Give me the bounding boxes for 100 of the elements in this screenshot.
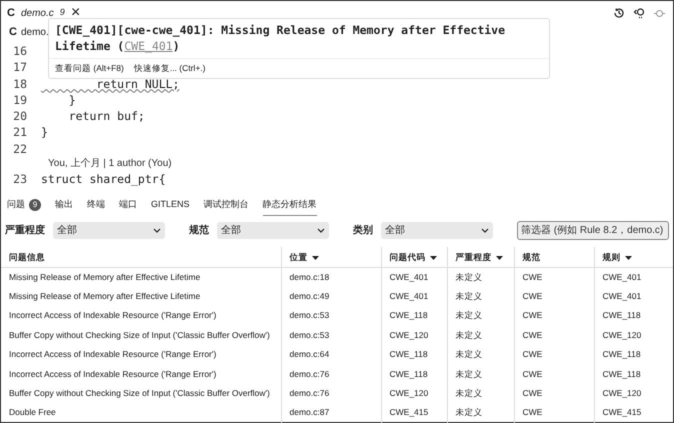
- table-cell: 未定义: [447, 326, 514, 345]
- panel-tab[interactable]: 端口: [119, 195, 137, 216]
- header-label: 规范: [522, 252, 540, 262]
- table-cell: CWE_118: [381, 344, 447, 364]
- caret-icon: [624, 256, 632, 260]
- file-type-icon: C: [7, 4, 15, 22]
- table-cell: demo.c:76: [281, 364, 381, 384]
- hover-message: [CWE_401][cwe-cwe_401]: Missing Release of Memory after Effective Lifetime (CWE_401): [54, 22, 506, 55]
- code-line: return NULL;: [95, 76, 180, 92]
- filter-dropdown[interactable]: 全部: [217, 222, 329, 239]
- panel-tab[interactable]: 终端: [87, 195, 105, 216]
- table-cell: demo.c:76: [281, 384, 381, 404]
- panel-tab[interactable]: 问题 9: [7, 195, 41, 216]
- table-cell: CWE_120: [381, 326, 447, 345]
- table-cell: Missing Release of Memory after Effective Lifetime: [1, 267, 281, 287]
- panel-tab[interactable]: 输出: [55, 195, 73, 216]
- codelens-text[interactable]: You, 上个月 | 1 author (You): [48, 158, 172, 170]
- line-number: 20: [12, 108, 28, 124]
- line-number: 16: [12, 43, 28, 60]
- count-badge: 9: [29, 198, 41, 211]
- table-cell: CWE_118: [381, 364, 447, 384]
- header-label: 严重程度: [456, 252, 492, 262]
- column-header[interactable]: 严重程度: [447, 247, 514, 268]
- table-cell: CWE_118: [594, 344, 673, 364]
- header-label: 位置: [290, 252, 308, 262]
- hover-action[interactable]: 查看问题 (Alt+F8): [55, 62, 124, 75]
- table-cell: CWE_401: [594, 267, 673, 287]
- chevron-icon: [153, 228, 161, 233]
- table-cell: demo.c:53: [281, 306, 381, 326]
- table-cell: 未定义: [447, 403, 514, 422]
- filter-dropdown[interactable]: 全部: [53, 222, 165, 239]
- table-cell: 未定义: [447, 344, 514, 364]
- table-cell: CWE_415: [381, 403, 447, 422]
- table-cell: CWE_118: [381, 306, 447, 326]
- code-line: struct shared_ptr{: [41, 171, 166, 188]
- table-cell: 未定义: [447, 267, 514, 287]
- table-cell: Missing Release of Memory after Effective Lifetime: [1, 286, 281, 306]
- close-icon[interactable]: ×: [70, 5, 80, 21]
- table-cell: Incorrect Access of Indexable Resource ('Range Error'): [1, 306, 281, 326]
- panel-tab[interactable]: 调试控制台: [204, 195, 249, 216]
- table-cell: CWE: [514, 326, 594, 345]
- line-number: 23: [12, 171, 28, 188]
- table-cell: Double Free: [1, 403, 281, 422]
- table-cell: CWE: [514, 403, 594, 422]
- table-cell: CWE_415: [594, 403, 673, 422]
- rule-link[interactable]: CWE_401: [124, 39, 173, 53]
- caret-icon: [312, 256, 318, 260]
- table-cell: Incorrect Access of Indexable Resource ('Range Error'): [1, 344, 281, 364]
- line-number: 18: [12, 76, 28, 92]
- problem-count: 9: [60, 6, 65, 20]
- breadcrumb-item[interactable]: demo.: [20, 24, 49, 40]
- panel-tab[interactable]: 静态分析结果: [262, 195, 317, 216]
- line-number: 17: [12, 59, 28, 76]
- caret-icon: [430, 256, 436, 260]
- panel-tab[interactable]: GITLENS: [151, 195, 190, 216]
- table-cell: CWE: [514, 286, 594, 306]
- header-label: 问题信息: [9, 252, 45, 262]
- circle-icon[interactable]: [654, 8, 665, 18]
- column-header[interactable]: 规则: [594, 247, 673, 268]
- filter-label: 类别: [353, 224, 373, 238]
- line-number: 21: [12, 124, 28, 141]
- table-cell: CWE_118: [594, 364, 673, 384]
- caret-icon: [496, 256, 502, 260]
- code-line: return buf;: [68, 108, 145, 124]
- column-header[interactable]: 位置: [281, 247, 381, 268]
- table-cell: CWE: [514, 384, 594, 404]
- column-header[interactable]: 规范: [514, 247, 594, 268]
- table-cell: 未定义: [447, 364, 514, 384]
- editor-tab[interactable]: C demo.c 9 ×: [1, 1, 86, 25]
- table-cell: CWE_118: [594, 306, 673, 326]
- code-line: }: [68, 92, 76, 108]
- file-type-icon: C: [9, 24, 17, 40]
- header-label: 规则: [602, 252, 620, 262]
- table-cell: CWE_120: [381, 384, 447, 404]
- tab-filename: demo.c: [20, 6, 54, 20]
- table-cell: CWE: [514, 267, 594, 287]
- history-icon[interactable]: [613, 7, 625, 19]
- hover-action[interactable]: 快速修复... (Ctrl+.): [134, 62, 206, 75]
- table-cell: CWE_120: [594, 326, 673, 345]
- filter-field[interactable]: 筛选器 (例如 Rule 8.2，demo.c): [517, 220, 669, 240]
- column-header[interactable]: 问题代码: [381, 247, 447, 268]
- line-number: 22: [12, 140, 28, 158]
- table-cell: demo.c:49: [281, 286, 381, 306]
- table-cell: demo.c:64: [281, 344, 381, 364]
- table-cell: demo.c:87: [281, 403, 381, 422]
- table-cell: 未定义: [447, 306, 514, 326]
- filter-label: 规范: [189, 224, 209, 238]
- table-cell: CWE: [514, 306, 594, 326]
- filter-label: 严重程度: [5, 223, 45, 238]
- filter-dropdown[interactable]: 全部: [381, 222, 493, 239]
- column-header[interactable]: 问题信息: [1, 247, 281, 268]
- table-cell: CWE: [514, 344, 594, 364]
- table-cell: CWE_401: [594, 286, 673, 306]
- line-number: 19: [12, 92, 28, 108]
- compare-icon[interactable]: [633, 7, 646, 19]
- table-cell: CWE_401: [381, 267, 447, 287]
- tab-label: 问题: [7, 198, 25, 212]
- chevron-icon: [481, 228, 489, 233]
- table-cell: demo.c:18: [281, 267, 381, 287]
- table-cell: Buffer Copy without Checking Size of Input ('Classic Buffer Overflow'): [1, 326, 281, 345]
